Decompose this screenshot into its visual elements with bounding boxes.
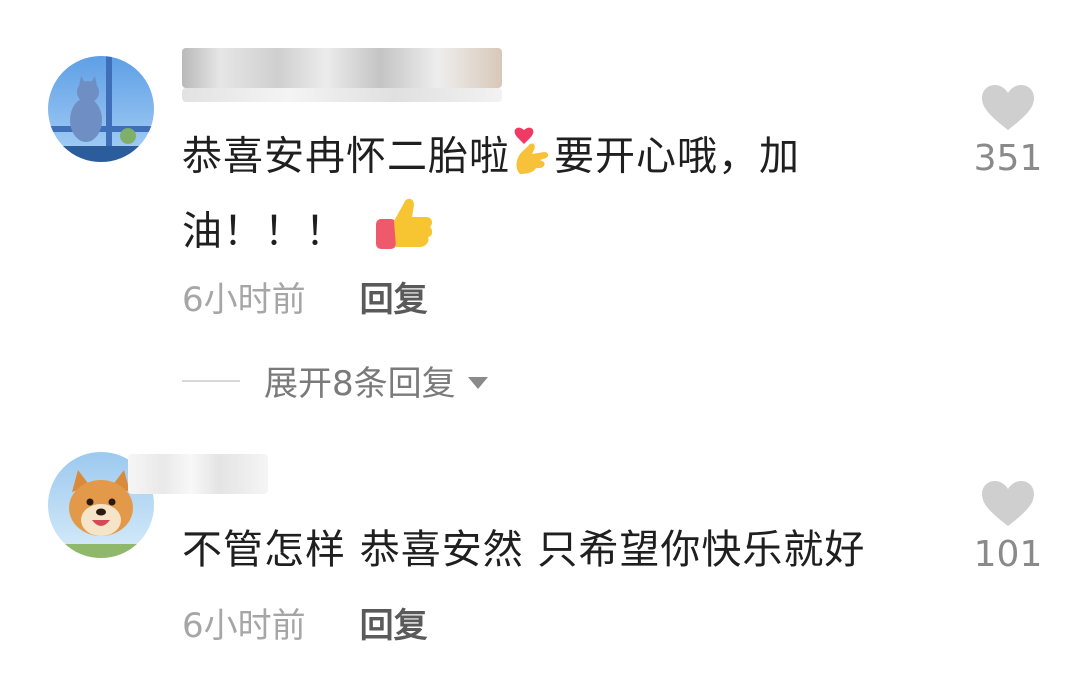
comment-meta: 6小时前 回复 — [182, 272, 428, 321]
thumbs-up-emoji — [374, 195, 434, 272]
comment-text: 恭喜安冉怀二胎啦 要开心哦，加 油！！！ — [182, 122, 922, 272]
expand-replies-button[interactable]: 展开8条回复 — [182, 356, 488, 405]
comment-meta: 6小时前 回复 — [182, 598, 428, 647]
comment-text: 不管怎样 恭喜安然 只希望你快乐就好 — [182, 527, 866, 573]
cat-on-window-avatar — [48, 56, 154, 162]
comment-text-line2: 油！！！ — [182, 208, 346, 255]
finger-heart-emoji — [510, 122, 554, 195]
reply-button[interactable]: 回复 — [360, 598, 428, 647]
heart-icon — [982, 481, 1034, 526]
comment-text-part1: 恭喜安冉怀二胎啦 — [182, 133, 510, 180]
like-count: 101 — [973, 534, 1043, 575]
heart-icon — [982, 85, 1034, 130]
comment-text-part2: 要开心哦，加 — [554, 133, 800, 180]
username-blurred[interactable] — [128, 454, 268, 494]
like-button[interactable]: 351 — [968, 84, 1048, 179]
comment-item: 恭喜安冉怀二胎啦 要开心哦，加 油！！！ 6小时前 回复 351 展开8条回复 — [0, 0, 1080, 430]
reply-button[interactable]: 回复 — [360, 272, 428, 321]
timestamp: 6小时前 — [182, 606, 306, 646]
divider-line — [182, 379, 240, 382]
username-blurred-detail — [182, 88, 502, 102]
like-count: 351 — [973, 138, 1043, 179]
caret-down-icon — [467, 376, 488, 389]
timestamp: 6小时前 — [182, 280, 306, 320]
comment-item: 不管怎样 恭喜安然 只希望你快乐就好 6小时前 回复 101 — [0, 430, 1080, 677]
username-blurred[interactable] — [182, 48, 502, 88]
expand-replies-label: 展开8条回复 — [264, 364, 456, 404]
like-button[interactable]: 101 — [968, 480, 1048, 575]
avatar[interactable] — [48, 56, 154, 162]
